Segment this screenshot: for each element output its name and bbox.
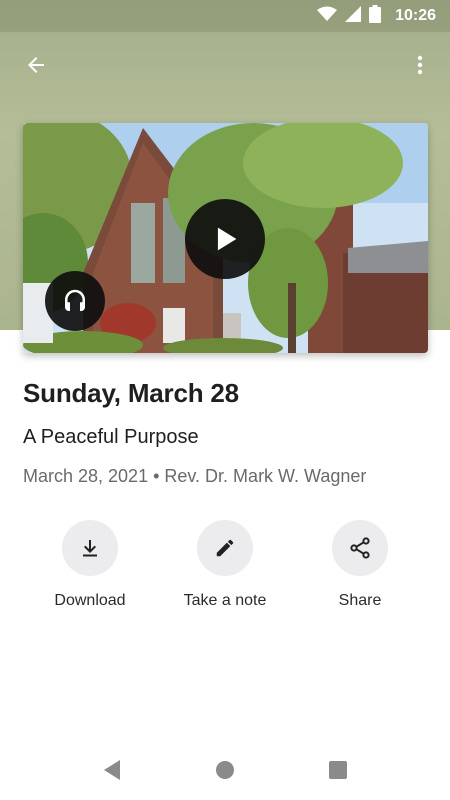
play-button[interactable]	[185, 199, 265, 279]
download-button[interactable]: Download	[30, 520, 150, 610]
download-icon	[83, 540, 97, 557]
nav-back-icon[interactable]	[100, 758, 124, 782]
status-time: 10:26	[395, 7, 436, 24]
share-button[interactable]: Share	[300, 520, 420, 610]
arrow-back-icon[interactable]	[20, 49, 52, 81]
cellular-signal-icon	[345, 5, 362, 27]
audio-only-button[interactable]	[45, 271, 105, 331]
wifi-icon	[317, 6, 338, 27]
take-note-label: Take a note	[183, 592, 267, 609]
battery-icon	[369, 4, 382, 28]
action-row: Download Take a note Share	[0, 520, 450, 620]
pencil-icon	[216, 539, 234, 557]
share-label: Share	[338, 592, 382, 609]
sermon-title: Sunday, March 28	[23, 378, 239, 408]
app-bar	[0, 40, 450, 90]
nav-recents-icon[interactable]	[326, 758, 350, 782]
pencil-icon-circle	[197, 520, 253, 576]
status-bar: 10:26	[0, 0, 450, 32]
nav-home-icon[interactable]	[213, 758, 237, 782]
download-label: Download	[54, 592, 126, 609]
share-icon-circle	[332, 520, 388, 576]
sermon-subtitle: A Peaceful Purpose	[23, 426, 199, 448]
system-nav-bar	[0, 740, 450, 800]
sermon-meta: March 28, 2021 • Rev. Dr. Mark W. Wagner	[23, 466, 367, 486]
share-icon	[350, 537, 370, 559]
more-vert-icon[interactable]	[404, 49, 436, 81]
play-icon	[217, 227, 237, 251]
take-note-button[interactable]: Take a note	[165, 520, 285, 610]
sermon-media-thumbnail[interactable]	[23, 123, 428, 353]
download-icon-circle	[62, 520, 118, 576]
headphones-icon	[65, 289, 85, 311]
